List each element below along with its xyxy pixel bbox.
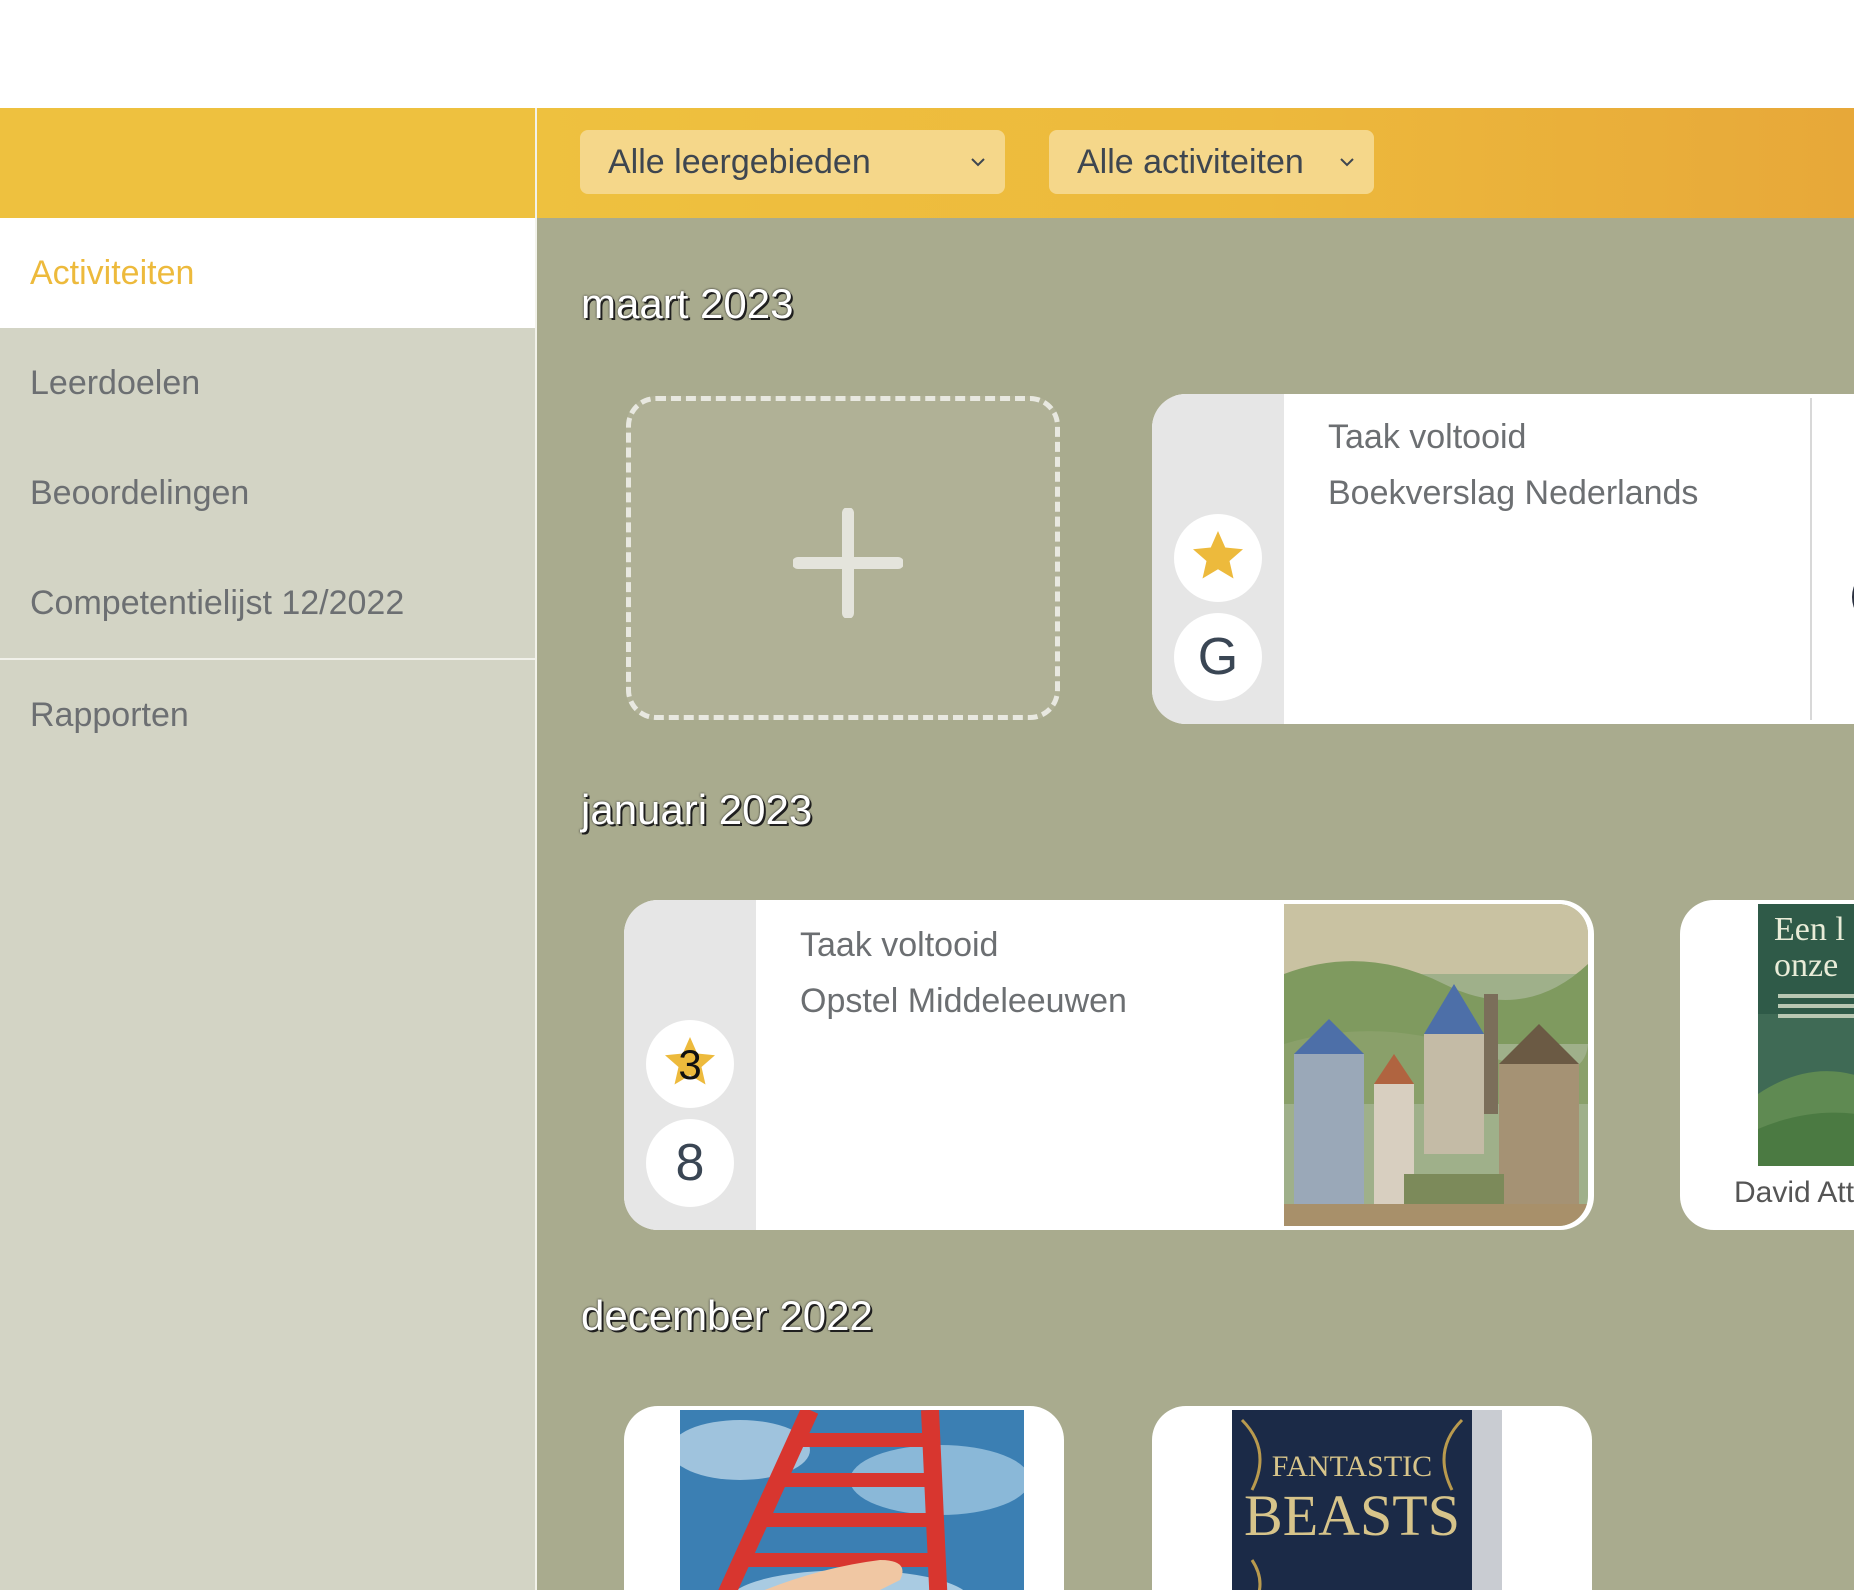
- grade-badge: G: [1174, 613, 1262, 701]
- card-title: Taak voltooid: [1328, 418, 1527, 456]
- star-count-badge: 3: [646, 1020, 734, 1108]
- activity-card-ladder[interactable]: [624, 1406, 1064, 1590]
- header-left: [0, 108, 535, 218]
- sidebar-item-beoordelingen[interactable]: Beoordelingen: [0, 438, 535, 548]
- activity-select-label: Alle activiteiten: [1077, 143, 1304, 181]
- learning-area-select[interactable]: Alle leergebieden: [580, 130, 1005, 194]
- sidebar-item-label: Beoordelingen: [30, 474, 250, 512]
- book-cover-line2: onze: [1774, 947, 1839, 984]
- card-subtitle: Opstel Middeleeuwen: [800, 982, 1127, 1020]
- card-subtitle: Boekverslag Nederlands: [1328, 474, 1699, 512]
- book-cover-line1: Een l: [1774, 911, 1845, 948]
- chevron-down-icon: [1340, 158, 1354, 167]
- activity-card-opstel[interactable]: 3 8 Taak voltooid Opstel Middeleeuwen: [624, 900, 1594, 1230]
- cover-title-line1: FANTASTIC: [1271, 1450, 1433, 1483]
- book-cover-title: Een l onze: [1774, 912, 1845, 984]
- fantastic-beasts-cover: FANTASTIC BEASTS: [1232, 1410, 1502, 1590]
- plus-icon: [793, 508, 903, 618]
- activity-timeline[interactable]: maart 2023 G Taak voltooid Boekverslag N…: [537, 218, 1854, 1590]
- card-title: Taak voltooid: [800, 926, 999, 964]
- cover-title: FANTASTIC BEASTS: [1232, 1450, 1472, 1548]
- sidebar-item-label: Activiteiten: [30, 254, 195, 292]
- month-heading: december 2022: [581, 1292, 873, 1339]
- sidebar-item-leerdoelen[interactable]: Leerdoelen: [0, 328, 535, 438]
- sidebar-item-activiteiten[interactable]: Activiteiten: [0, 218, 535, 328]
- add-activity-button[interactable]: [626, 396, 1060, 720]
- cover-title-line2: BEASTS: [1244, 1483, 1460, 1548]
- activity-card-boekverslag[interactable]: G Taak voltooid Boekverslag Nederlands: [1152, 394, 1854, 724]
- medieval-city-image: [1284, 904, 1588, 1226]
- sidebar-item-competentielijst[interactable]: Competentielijst 12/2022: [0, 548, 535, 658]
- activity-card-fantastic-beasts[interactable]: FANTASTIC BEASTS: [1152, 1406, 1592, 1590]
- book-author: David Att: [1734, 1176, 1854, 1209]
- filter-bar: Alle leergebieden Alle activiteiten: [537, 108, 1854, 218]
- star-icon: [1193, 531, 1243, 579]
- chevron-down-icon: [971, 158, 985, 167]
- activity-select[interactable]: Alle activiteiten: [1049, 130, 1374, 194]
- sidebar: Activiteiten Leerdoelen Beoordelingen Co…: [0, 218, 535, 1590]
- sidebar-item-label: Rapporten: [30, 696, 189, 734]
- star-count: 3: [678, 1041, 702, 1088]
- sidebar-item-label: Competentielijst 12/2022: [30, 584, 405, 622]
- star-badge: [1174, 514, 1262, 602]
- sidebar-item-label: Leerdoelen: [30, 364, 201, 402]
- learning-area-select-label: Alle leergebieden: [608, 143, 871, 181]
- grade-badge: 8: [646, 1119, 734, 1207]
- month-heading: maart 2023: [581, 280, 794, 327]
- ladder-hand-image: [680, 1410, 1024, 1590]
- activity-card-book[interactable]: Een l onze David Att: [1680, 900, 1854, 1230]
- book-cover-image: Een l onze: [1758, 904, 1854, 1166]
- card-divider: [1810, 398, 1812, 720]
- sidebar-item-rapporten[interactable]: Rapporten: [0, 660, 535, 770]
- month-heading: januari 2023: [581, 786, 813, 833]
